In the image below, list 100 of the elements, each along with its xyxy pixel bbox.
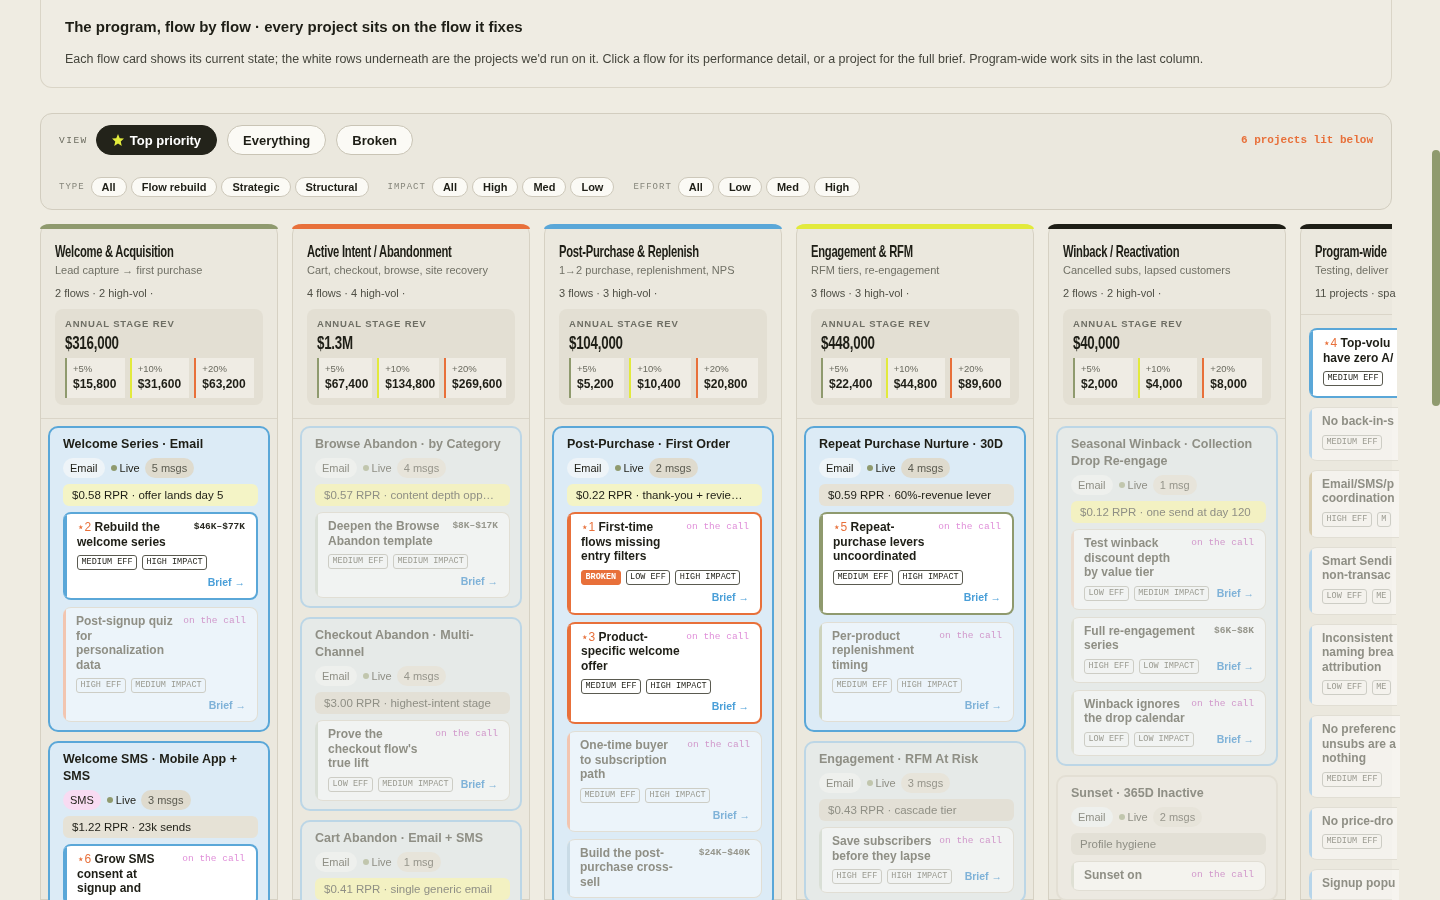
- uplift-value: $269,600: [452, 376, 503, 393]
- project-card[interactable]: Per-product replenishment timing on the call MEDIUM EFF HIGH IMPACT Brief →: [819, 621, 1014, 722]
- project-card[interactable]: Post-signup quiz for personalization data on the call HIGH EFF MEDIUM IMPACT Brief →: [63, 607, 258, 722]
- call-note: on the call: [1191, 536, 1254, 550]
- filter-chip[interactable]: Flow rebuild: [130, 177, 218, 197]
- project-card[interactable]: Sunset on on the call: [1071, 860, 1266, 891]
- flow-card[interactable]: [48, 426, 270, 732]
- flow-card[interactable]: Engagement · RFM At Risk Email Live 3 msgs $0.43 RPR · cascade tier Save subscribers before they lapse on the call HIGH EFF HIGH IMPACT Brief →: [804, 741, 1026, 900]
- uplift-percent: +10%: [1145, 362, 1172, 375]
- message-count: 1 msg: [396, 851, 441, 872]
- view-filter-button[interactable]: Top priority: [95, 125, 218, 155]
- project-card[interactable]: ⋆3 Product-specific welcome offer on the call MEDIUM EFF HIGH IMPACT Brief →: [567, 621, 762, 724]
- stage-title: Active Intent / Abandonment: [307, 242, 452, 262]
- project-card[interactable]: Full re-engagement series $6K–$8K HIGH EFF LOW IMPACT Brief →: [1071, 616, 1266, 683]
- project-card[interactable]: ⋆5 Repeat-purchase levers uncoordinated on the call MEDIUM EFF HIGH IMPACT Brief →: [819, 512, 1014, 615]
- flow-card[interactable]: Welcome SMS · Mobile App + SMS SMS Live 3 msgs $1.22 RPR · 23k sends ⋆6 Grow SMS consent at signup and on the call: [48, 741, 270, 900]
- scrollbar-thumb[interactable]: [1432, 150, 1440, 406]
- brief-link[interactable]: Brief →: [207, 575, 245, 590]
- rpr-summary: $0.57 RPR · content depth opp…: [315, 484, 510, 506]
- brief-link[interactable]: Brief →: [208, 698, 246, 713]
- filter-chip[interactable]: Med: [522, 177, 567, 197]
- brief-link[interactable]: Brief →: [711, 699, 749, 714]
- project-card[interactable]: No preferenc unsubs are a nothing MEDIUM EFF: [1309, 715, 1401, 798]
- project-card[interactable]: Email/SMS/p coordination HIGH EFF M: [1309, 469, 1399, 538]
- stage-meta: 2 flows · 2 high-vol ·: [1063, 286, 1162, 301]
- brief-link[interactable]: Brief →: [712, 807, 750, 823]
- flow-card[interactable]: [552, 426, 774, 900]
- rpr-summary: $3.00 RPR · highest-intent stage: [315, 692, 510, 714]
- flow-card[interactable]: Cart Abandon · Email + SMS Email Live 1 msg $0.41 RPR · single generic email: [300, 819, 522, 900]
- project-card[interactable]: Deepen the Browse Abandon template $8K–$17K MEDIUM EFF MEDIUM IMPACT Brief →: [315, 512, 510, 598]
- brief-link[interactable]: Brief →: [460, 574, 498, 589]
- filter-chip[interactable]: All: [677, 177, 714, 197]
- project-tag: MEDIUM EFF: [1323, 371, 1383, 386]
- channel-tag: Email: [315, 458, 357, 478]
- filter-chip[interactable]: Low: [717, 177, 762, 197]
- project-tag: MEDIUM EFF: [1322, 771, 1382, 787]
- project-card[interactable]: One-time buyer to subscription path on the call MEDIUM EFF HIGH IMPACT Brief →: [567, 731, 762, 832]
- stage-title: Post-Purchase & Replenish: [559, 242, 699, 262]
- filter-chip[interactable]: All: [90, 177, 127, 197]
- filter-chip[interactable]: Low: [570, 177, 615, 197]
- project-tag: LOW IMPACT: [1138, 658, 1199, 674]
- project-card[interactable]: Build the post-purchase cross-sell $24K–$40K: [567, 838, 762, 898]
- project-title: Deepen the Browse Abandon template: [328, 519, 441, 548]
- project-title: Full re-engagement series: [1084, 623, 1196, 653]
- flow-title: Welcome Series · Email: [63, 436, 205, 453]
- project-title: No preferenc unsubs are a nothing: [1322, 722, 1397, 766]
- project-card[interactable]: No price-dro MEDIUM EFF: [1309, 806, 1398, 860]
- uplift-value: $134,800: [385, 376, 436, 393]
- filter-chip[interactable]: Med: [765, 177, 810, 197]
- filter-chip[interactable]: Structural: [294, 177, 369, 197]
- project-tag: LOW EFF: [1322, 588, 1367, 604]
- filter-chip[interactable]: All: [431, 177, 468, 197]
- brief-link[interactable]: Brief →: [1216, 658, 1254, 674]
- brief-link[interactable]: Brief →: [1216, 585, 1254, 601]
- uplift-value: $31,600: [137, 376, 182, 393]
- message-count: 2 msgs: [648, 458, 699, 478]
- project-card[interactable]: Save subscribers before they lapse on the call HIGH EFF HIGH IMPACT Brief →: [819, 827, 1014, 893]
- rpr-summary: $0.41 RPR · single generic email: [315, 877, 510, 900]
- status-text: Live: [371, 670, 392, 682]
- uplift-percent: +10%: [637, 362, 663, 375]
- filter-chip[interactable]: High: [471, 177, 519, 197]
- project-card[interactable]: No back-in-s MEDIUM EFF: [1309, 407, 1398, 461]
- flow-card[interactable]: Browse Abandon · by Category Email Live 4 msgs $0.57 RPR · content depth opp… Deepen the Browse Abandon template $8K–$17K MEDIUM EFF MEDIUM IMPACT Brief →: [300, 426, 522, 608]
- filter-chip[interactable]: High: [813, 177, 861, 197]
- flow-card[interactable]: Sunset · 365D Inactive Email Live 2 msgs Profile hygiene Sunset on on the call: [1056, 774, 1278, 900]
- brief-link[interactable]: Brief →: [964, 869, 1002, 884]
- status-text: Live: [623, 462, 644, 474]
- view-filter-button[interactable]: Everything: [227, 125, 327, 155]
- project-card[interactable]: Signup popu: [1309, 869, 1400, 900]
- project-title: No price-dro: [1322, 813, 1394, 828]
- project-card[interactable]: ⋆2 Rebuild the welcome series $46K–$77K MEDIUM EFF HIGH IMPACT Brief →: [63, 512, 258, 600]
- project-card[interactable]: Prove the checkout flow's true lift on the call LOW EFF MEDIUM IMPACT Brief →: [315, 720, 510, 801]
- project-tag: LOW IMPACT: [1133, 731, 1194, 747]
- view-filter-button[interactable]: Broken: [336, 125, 414, 155]
- rpr-summary: $0.43 RPR · cascade tier: [819, 799, 1014, 821]
- star-icon: [111, 134, 124, 146]
- brief-link[interactable]: Brief →: [963, 589, 1001, 605]
- uplift-percent: +5%: [1081, 362, 1102, 375]
- uplift-percent: +20%: [704, 362, 730, 375]
- project-card[interactable]: Test winback discount depth by value tier on the call LOW EFF MEDIUM IMPACT Brief →: [1071, 529, 1266, 610]
- brief-link[interactable]: Brief →: [1216, 731, 1254, 747]
- call-note: on the call: [686, 520, 749, 534]
- project-card[interactable]: Winback ignores the drop calendar on the call LOW EFF LOW IMPACT Brief →: [1071, 689, 1266, 756]
- project-card[interactable]: ⋆6 Grow SMS consent at signup and on the call: [63, 844, 258, 900]
- project-card[interactable]: ⋆1 First-time flows missing entry filters on the call BROKEN LOW EFF HIGH IMPACT Brief →: [567, 512, 762, 615]
- filter-chip[interactable]: Strategic: [221, 177, 291, 197]
- stage-subtitle: Cancelled subs, lapsed customers: [1063, 263, 1231, 278]
- project-tag: MEDIUM IMPACT: [377, 776, 454, 792]
- flow-card[interactable]: Checkout Abandon · Multi-Channel Email Live 4 msgs $3.00 RPR · highest-intent stage Prove the checkout flow's true lift on the call LOW EFF MEDIUM IMPACT Brief →: [300, 617, 522, 811]
- status-text: Live: [119, 462, 140, 474]
- project-card[interactable]: Smart Sendi non-transac LOW EFF ME: [1309, 546, 1397, 615]
- project-card[interactable]: ⋆4 Top-volu have zero A/ MEDIUM EFF: [1309, 328, 1398, 398]
- brief-link[interactable]: Brief →: [460, 776, 498, 792]
- project-title: ⋆5 Repeat-purchase levers uncoordinated: [833, 520, 926, 564]
- flow-card[interactable]: [804, 426, 1026, 732]
- stage-meta: 3 flows · 3 high-vol ·: [811, 286, 910, 301]
- project-card[interactable]: Inconsistent naming brea attribution LOW EFF ME: [1309, 623, 1398, 706]
- brief-link[interactable]: Brief →: [964, 698, 1002, 713]
- brief-link[interactable]: Brief →: [711, 589, 749, 605]
- channel-tag: Email: [1071, 806, 1113, 827]
